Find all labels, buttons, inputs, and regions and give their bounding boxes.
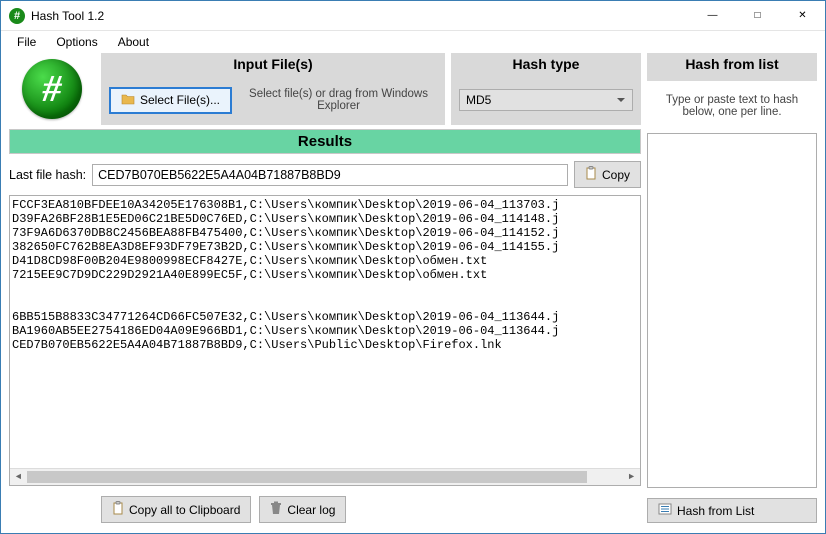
scroll-thumb[interactable]	[27, 471, 587, 483]
menu-file[interactable]: File	[7, 33, 46, 51]
input-files-header: Input File(s)	[101, 53, 445, 75]
results-buttons: Copy all to Clipboard Clear log	[9, 490, 641, 523]
scroll-left-icon[interactable]: ◄	[10, 469, 27, 485]
horizontal-scrollbar[interactable]: ◄ ►	[10, 468, 640, 485]
maximize-button[interactable]: □	[735, 1, 780, 30]
hashtype-select[interactable]: MD5	[459, 89, 633, 111]
hashfromlist-header: Hash from list	[647, 53, 817, 75]
left-column: # Input File(s) Select File(s)... Select…	[9, 53, 641, 523]
hashfromlist-panel: Hash from list	[647, 53, 817, 81]
scroll-right-icon[interactable]: ►	[623, 469, 640, 485]
hashtype-header: Hash type	[451, 53, 641, 75]
hash-icon: #	[22, 59, 82, 119]
last-hash-row: Last file hash: Copy	[9, 158, 641, 191]
content: # Input File(s) Select File(s)... Select…	[1, 53, 825, 533]
copy-all-label: Copy all to Clipboard	[129, 503, 240, 517]
clear-log-button[interactable]: Clear log	[259, 496, 346, 523]
last-hash-input[interactable]	[92, 164, 568, 186]
hashtype-value: MD5	[466, 93, 491, 107]
select-files-button[interactable]: Select File(s)...	[109, 87, 232, 114]
right-column: Hash from list Type or paste text to has…	[647, 53, 817, 523]
hashtype-panel: Hash type MD5	[451, 53, 641, 125]
hashfromlist-button-label: Hash from List	[677, 504, 754, 518]
scroll-track[interactable]	[27, 469, 623, 485]
list-icon	[658, 503, 672, 518]
input-files-hint: Select file(s) or drag from Windows Expl…	[240, 86, 437, 114]
top-row: # Input File(s) Select File(s)... Select…	[9, 53, 641, 125]
trash-icon	[270, 501, 282, 518]
app-icon: #	[9, 8, 25, 24]
close-button[interactable]: ✕	[780, 1, 825, 30]
results-log-text: FCCF3EA810BFDEE10A34205E176308B1,C:\User…	[12, 198, 559, 352]
copy-button[interactable]: Copy	[574, 161, 641, 188]
copy-all-button[interactable]: Copy all to Clipboard	[101, 496, 251, 523]
input-files-panel: Input File(s) Select File(s)... Select f…	[101, 53, 445, 125]
menubar: File Options About	[1, 31, 825, 53]
clear-log-label: Clear log	[287, 503, 335, 517]
window-title: Hash Tool 1.2	[31, 9, 690, 23]
hashfromlist-button[interactable]: Hash from List	[647, 498, 817, 523]
clipboard-icon	[112, 501, 124, 518]
clipboard-icon	[585, 166, 597, 183]
app-logo: #	[9, 53, 95, 125]
hashfromlist-hint: Type or paste text to hash below, one pe…	[647, 85, 817, 129]
hashfromlist-textarea[interactable]	[647, 133, 817, 488]
select-files-label: Select File(s)...	[140, 93, 220, 107]
folder-icon	[121, 93, 135, 108]
menu-options[interactable]: Options	[46, 33, 107, 51]
titlebar: # Hash Tool 1.2 — □ ✕	[1, 1, 825, 31]
results-log[interactable]: FCCF3EA810BFDEE10A34205E176308B1,C:\User…	[9, 195, 641, 486]
menu-about[interactable]: About	[108, 33, 159, 51]
copy-label: Copy	[602, 168, 630, 182]
results-header: Results	[9, 129, 641, 154]
last-hash-label: Last file hash:	[9, 168, 86, 182]
minimize-button[interactable]: —	[690, 1, 735, 30]
